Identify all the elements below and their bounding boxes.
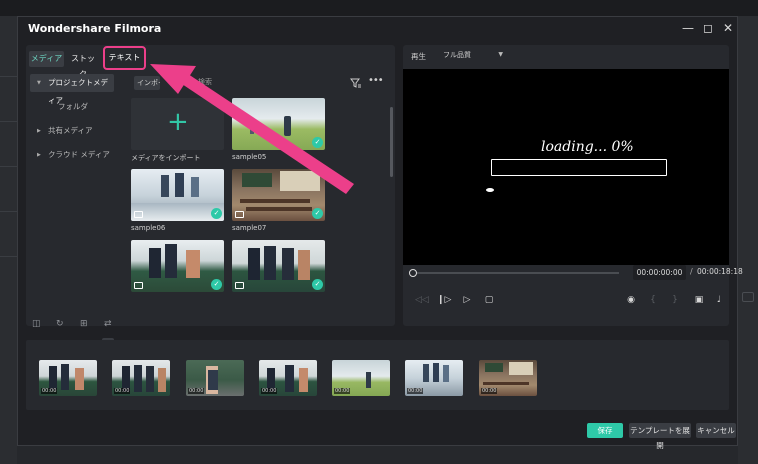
timeline-thumbnail[interactable]: 00:00 [112, 360, 170, 396]
mark-in-icon[interactable]: { [647, 294, 659, 306]
loading-progress-bar [491, 159, 667, 176]
media-sidebar: ▼ プロジェクトメディア フォルダ ▶ 共有メディア ▶ クラウド メディア 🗁… [28, 73, 120, 351]
sidebar-item-cloud-media[interactable]: ▶ クラウド メディア [30, 146, 114, 164]
media-label: sample05 [232, 153, 267, 161]
replace-icon[interactable]: ⇄ [104, 319, 112, 329]
media-tile-sample08[interactable]: ✓ [131, 240, 224, 292]
template-dialog: Wondershare Filmora — ◻ ✕ メディア ストック テキスト… [17, 16, 743, 450]
expand-template-button[interactable]: テンプレートを展開 [629, 423, 691, 450]
media-panel: メディア ストック テキスト ▼ プロジェクトメディア フォルダ ▶ 共有メディ… [26, 45, 395, 351]
screen: Wondershare Filmora — ◻ ✕ メディア ストック テキスト… [0, 0, 758, 464]
preview-panel: 再生 フル品質 ▼ loading... 0% 00:00:00:00 / 00… [403, 45, 743, 326]
video-icon [134, 282, 143, 289]
media-label: sample06 [131, 224, 166, 232]
current-time: 00:00:00:00 [633, 265, 686, 280]
mark-out-icon[interactable]: } [669, 294, 681, 306]
play-icon[interactable]: ▷ [461, 294, 473, 306]
import-button[interactable]: インポート [134, 76, 160, 90]
caret-right-icon: ▶ [37, 152, 41, 158]
timeline-thumbnail[interactable]: 00:00 [405, 360, 463, 396]
video-icon [235, 211, 244, 218]
media-label: sample07 [232, 224, 267, 232]
timeline-thumbnail[interactable]: 00:00 [332, 360, 390, 396]
sidebar-item-project-media[interactable]: ▼ プロジェクトメディア [30, 74, 114, 105]
caret-down-icon: ▼ [37, 80, 41, 86]
cursor-spark-icon [486, 188, 494, 192]
check-icon: ✓ [211, 279, 222, 290]
check-icon: ✓ [312, 279, 323, 290]
timeline-scrubber[interactable] [411, 272, 619, 274]
check-icon: ✓ [312, 137, 323, 148]
media-tile-sample05[interactable]: ✓ [232, 98, 325, 150]
cancel-button[interactable]: キャンセル [696, 423, 736, 438]
media-grid: + メディアをインポート ✓ sample05 ✓ sample06 ✓ sam… [128, 95, 383, 323]
time-separator: / [690, 267, 693, 276]
video-icon [134, 211, 143, 218]
total-time: 00:00:18:18 [697, 267, 743, 276]
step-forward-icon[interactable]: ❙▷ [437, 294, 451, 306]
chevron-down-icon: ▼ [498, 51, 503, 58]
check-icon: ✓ [312, 208, 323, 219]
filter-icon[interactable] [350, 77, 362, 89]
render-preview-icon[interactable]: ◉ [625, 294, 637, 306]
tab-stock[interactable]: ストック [68, 51, 98, 79]
previous-frame-icon[interactable]: ◁◁ [415, 294, 429, 306]
media-tile-sample09[interactable]: ✓ [232, 240, 325, 292]
caret-right-icon: ▶ [37, 128, 41, 134]
timeline-thumbnail[interactable]: 00:00 [259, 360, 317, 396]
media-scrollbar[interactable] [390, 107, 393, 177]
save-button[interactable]: 保存 [587, 423, 623, 438]
crop-icon[interactable]: ⊞ [80, 319, 88, 329]
background-app-left-panel [0, 16, 17, 464]
stop-icon[interactable]: ▢ [483, 294, 495, 306]
sidebar-item-folder[interactable]: フォルダ [30, 98, 114, 116]
timeline-thumbnail[interactable]: 00:00 [479, 360, 537, 396]
timeline-thumbnail[interactable]: 00:00 [39, 360, 97, 396]
title-bar: Wondershare Filmora — ◻ ✕ [18, 17, 737, 41]
search-icon [183, 77, 193, 87]
search-input[interactable]: 検索 [198, 77, 212, 87]
sidebar-item-shared-media[interactable]: ▶ 共有メディア [30, 122, 114, 140]
import-media-tile[interactable]: + [131, 98, 224, 150]
close-icon[interactable]: ✕ [721, 21, 735, 35]
tab-media[interactable]: メディア [29, 51, 64, 67]
snapshot-icon[interactable]: ▣ [693, 294, 705, 306]
tab-text[interactable]: テキスト [103, 46, 146, 70]
volume-icon[interactable]: ♩ [713, 294, 725, 306]
media-toolbar: インポート 検索 ••• [128, 73, 390, 93]
minimize-icon[interactable]: — [681, 21, 695, 35]
window-title: Wondershare Filmora [28, 22, 162, 35]
template-timeline: 00:00 00:00 00:00 00:00 00:00 00:00 00:0… [26, 340, 729, 410]
quality-dropdown[interactable]: フル品質 ▼ [437, 48, 509, 62]
check-icon: ✓ [211, 208, 222, 219]
preview-label: 再生 [411, 52, 426, 61]
preview-screen: loading... 0% [403, 69, 729, 265]
background-app-right-panel [738, 16, 758, 464]
loading-text: loading... 0% [541, 139, 634, 155]
rotate-icon[interactable]: ↻ [56, 319, 64, 329]
background-app-topbar [0, 0, 758, 16]
plus-icon: + [167, 107, 189, 137]
timeline-thumbnail[interactable]: 00:00 [186, 360, 244, 396]
media-tile-sample07[interactable]: ✓ [232, 169, 325, 221]
scrubber-handle[interactable] [409, 269, 417, 277]
audio-icon[interactable]: ◫ [32, 319, 41, 329]
video-icon [235, 282, 244, 289]
more-options-icon[interactable]: ••• [368, 75, 384, 86]
media-tile-sample06[interactable]: ✓ [131, 169, 224, 221]
maximize-icon[interactable]: ◻ [701, 21, 715, 35]
media-label: メディアをインポート [131, 154, 201, 162]
